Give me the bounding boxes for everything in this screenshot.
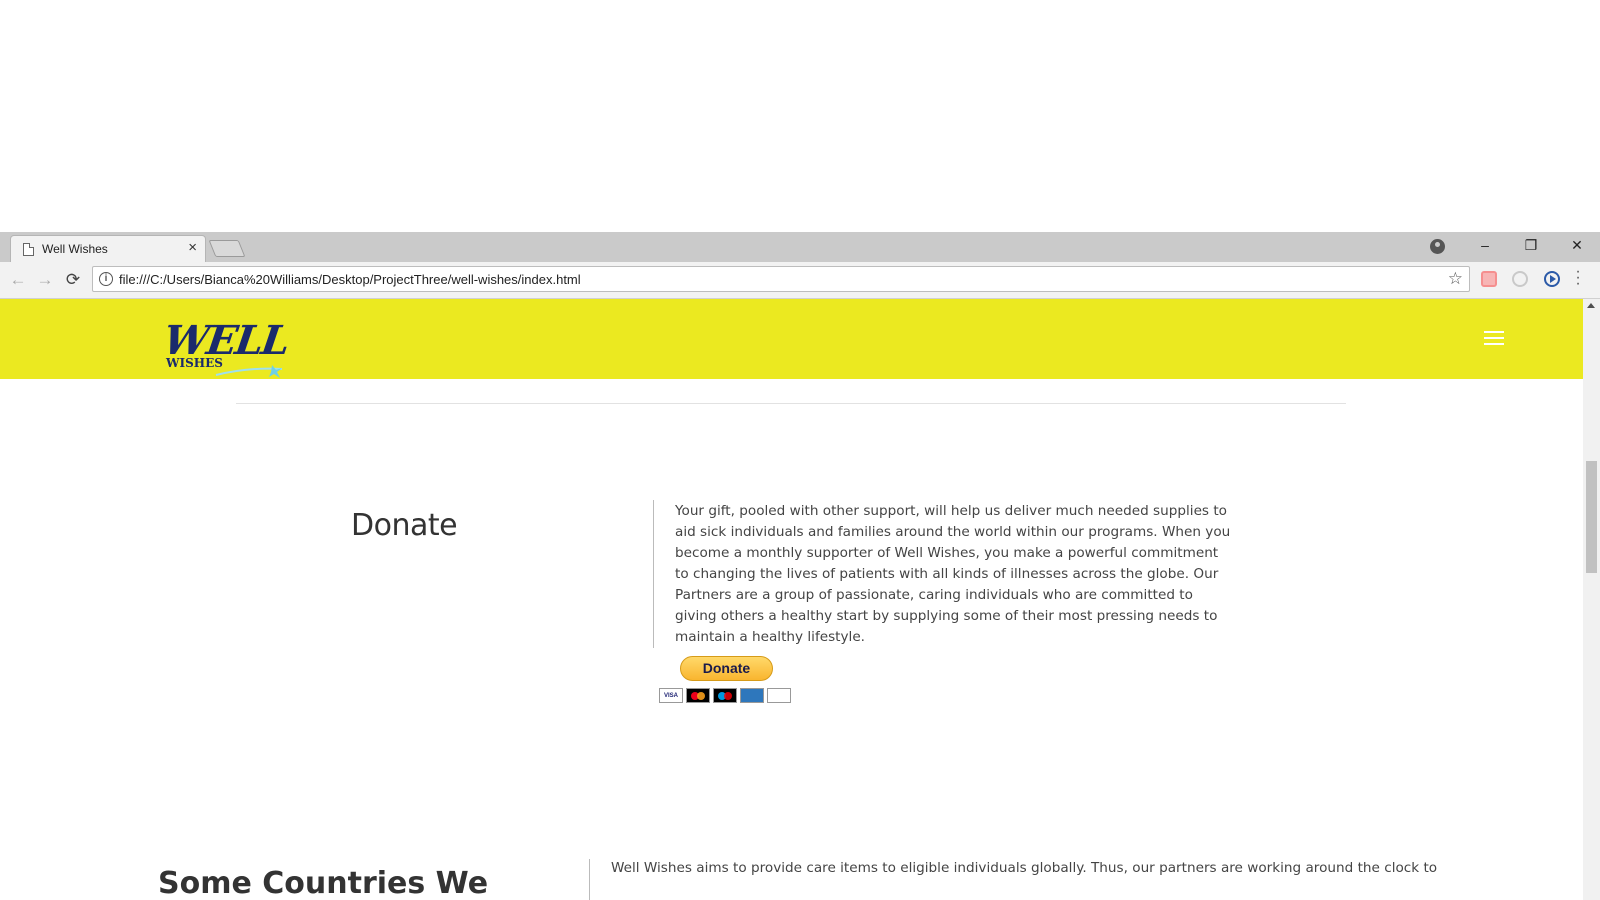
amex-card-icon	[740, 688, 764, 703]
minimize-button[interactable]: –	[1475, 237, 1495, 253]
browser-toolbar: ← → ⟳ i file:///C:/Users/Bianca%20Willia…	[0, 262, 1600, 299]
countries-heading: Some Countries We	[158, 866, 489, 900]
browser-tab[interactable]: Well Wishes ×	[10, 235, 206, 262]
donate-description: Your gift, pooled with other support, wi…	[675, 503, 1231, 645]
scrollbar-thumb[interactable]	[1586, 461, 1597, 573]
section-divider	[236, 403, 1346, 404]
scroll-up-arrow-icon[interactable]	[1587, 303, 1595, 308]
restore-button[interactable]: ❐	[1521, 237, 1541, 254]
extension-icon[interactable]	[1481, 271, 1497, 287]
new-tab-button[interactable]	[208, 240, 246, 257]
discover-card-icon	[767, 688, 791, 703]
maestro-card-icon	[713, 688, 737, 703]
tab-close-icon[interactable]: ×	[188, 239, 197, 257]
extension-icon[interactable]	[1512, 271, 1528, 287]
page-scrollbar[interactable]	[1583, 299, 1600, 900]
tab-title: Well Wishes	[42, 242, 108, 256]
close-window-button[interactable]: ✕	[1567, 237, 1587, 254]
address-bar[interactable]: i file:///C:/Users/Bianca%20Williams/Des…	[92, 266, 1470, 292]
profile-icon[interactable]	[1430, 239, 1445, 254]
donate-heading: Donate	[351, 508, 458, 543]
logo-text-well: WELL	[160, 317, 292, 364]
reload-button[interactable]: ⟳	[63, 270, 83, 290]
page-viewport: WELL WISHES Donate Your gift, pooled wit…	[0, 299, 1583, 900]
site-logo[interactable]: WELL WISHES	[161, 317, 291, 389]
payment-cards: VISA	[659, 688, 791, 703]
logo-swoosh-icon	[215, 365, 283, 378]
play-extension-icon[interactable]	[1544, 271, 1560, 287]
countries-description: Well Wishes aims to provide care items t…	[611, 860, 1438, 876]
paypal-donate-button[interactable]: Donate	[680, 656, 773, 681]
page-icon	[23, 243, 34, 256]
site-header: WELL WISHES	[0, 299, 1583, 379]
vertical-divider	[589, 859, 590, 900]
vertical-divider	[653, 500, 654, 648]
url-text[interactable]: file:///C:/Users/Bianca%20Williams/Deskt…	[119, 272, 581, 287]
browser-tab-strip: Well Wishes × – ❐ ✕	[0, 232, 1600, 262]
bookmark-star-icon[interactable]: ☆	[1448, 269, 1463, 289]
mastercard-card-icon	[686, 688, 710, 703]
hamburger-menu-icon[interactable]	[1484, 331, 1504, 346]
browser-menu-icon[interactable]: · · ·	[1573, 264, 1583, 292]
site-info-icon[interactable]: i	[99, 272, 113, 286]
visa-card-icon: VISA	[659, 688, 683, 703]
forward-button[interactable]: →	[35, 270, 55, 290]
back-button[interactable]: ←	[8, 270, 28, 290]
